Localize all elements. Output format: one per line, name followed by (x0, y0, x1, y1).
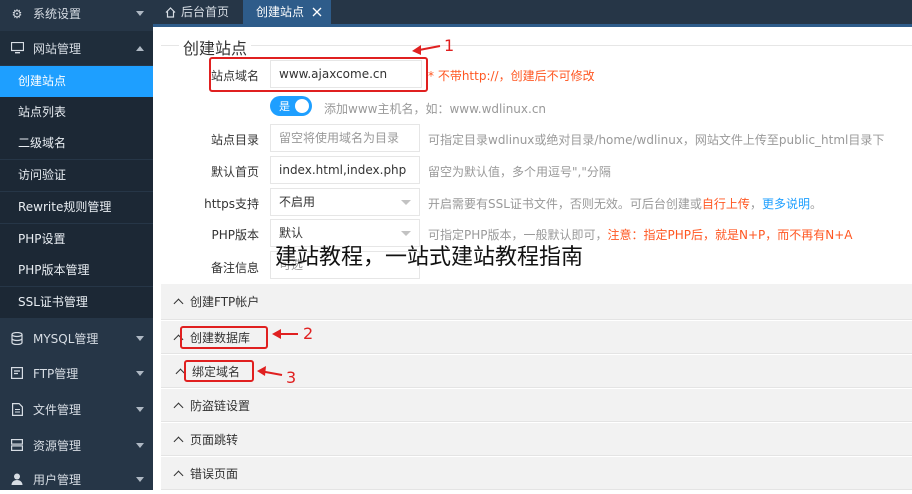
file-icon (9, 401, 25, 417)
chevron-down-icon (136, 335, 144, 341)
nav-group-resources[interactable]: 资源管理 (0, 428, 153, 462)
chevron-down-icon (136, 11, 144, 16)
nav-group-label: 系统设置 (33, 7, 82, 21)
annotation-box-domain (209, 57, 428, 92)
database-icon (9, 330, 25, 346)
toggle-knob (295, 99, 309, 113)
annotation-number-3: 3 (286, 368, 297, 387)
tab-create-site[interactable]: 创建站点 (243, 0, 331, 24)
page-title: 创建站点 (179, 35, 252, 59)
https-select-value: 不启用 (279, 195, 316, 209)
server-icon (9, 437, 25, 453)
annotation-box-bind-domain (184, 360, 254, 382)
accordion-database[interactable]: 创建数据库 (161, 321, 912, 354)
dir-hint: 可指定目录wdlinux或绝对目录/home/wdlinux，网站文件上传至pu… (428, 133, 885, 147)
nav-group-label: 网站管理 (33, 41, 82, 56)
tab-bar: 后台首页 创建站点 (153, 0, 912, 24)
gear-icon: ⚙ (11, 6, 23, 21)
chevron-down-icon (136, 370, 144, 376)
sidebar-item-rewrite[interactable]: Rewrite规则管理 (0, 192, 153, 223)
sidebar-item-create-site[interactable]: 创建站点 (0, 66, 153, 97)
nav-group-label: 文件管理 (33, 402, 82, 417)
accordion-error-page[interactable]: 错误页面 (161, 457, 912, 490)
chevron-down-icon (136, 406, 144, 412)
php-select-value: 默认 (279, 226, 304, 240)
sidebar-item-site-list[interactable]: 站点列表 (0, 97, 153, 128)
chevron-down-icon (401, 200, 411, 205)
nav-group-label: 用户管理 (33, 472, 82, 487)
dir-label: 站点目录 (210, 133, 259, 147)
nav-group-system-settings[interactable]: ⚙ 系统设置 (0, 0, 153, 27)
accordion-redirect[interactable]: 页面跳转 (161, 423, 912, 456)
toggle-label: 是 (279, 100, 290, 113)
user-icon (9, 471, 25, 487)
nav-group-mysql[interactable]: MYSQL管理 (0, 321, 153, 355)
sidebar-item-php-version[interactable]: PHP版本管理 (0, 255, 153, 286)
nav-group-label: MYSQL管理 (33, 331, 99, 346)
chevron-down-icon (401, 231, 411, 236)
https-select[interactable]: 不启用 (270, 188, 420, 216)
index-label: 默认首页 (210, 165, 259, 179)
nav-group-site-management[interactable]: 网站管理 (0, 31, 153, 65)
annotation-number-1: 1 (444, 36, 455, 55)
chevron-up-icon (173, 470, 184, 480)
tab-label: 后台首页 (181, 5, 230, 19)
annotation-box-database (180, 326, 268, 349)
www-hint: 添加www主机名，如：www.wdlinux.cn (324, 102, 547, 116)
more-info-link[interactable]: 更多说明 (762, 197, 810, 211)
accordion-bind-domain[interactable]: 绑定域名 (161, 355, 912, 388)
self-upload-link[interactable]: 自行上传 (702, 197, 750, 211)
chevron-up-icon (173, 298, 184, 309)
chevron-down-icon (136, 442, 144, 448)
sidebar-item-ssl[interactable]: SSL证书管理 (0, 287, 153, 318)
chevron-up-icon (173, 402, 184, 412)
php-label: PHP版本 (211, 228, 260, 242)
nav-group-ftp[interactable]: FTP管理 (0, 356, 153, 390)
tab-home[interactable]: 后台首页 (165, 0, 229, 24)
chevron-up-icon (173, 436, 184, 446)
nav-group-label: FTP管理 (33, 366, 79, 381)
sidebar-item-subdomain[interactable]: 二级域名 (0, 128, 153, 159)
https-label: https支持 (204, 197, 259, 211)
nav-group-file[interactable]: 文件管理 (0, 392, 153, 426)
sidebar-item-php-settings[interactable]: PHP设置 (0, 224, 153, 255)
close-icon[interactable] (312, 7, 322, 17)
domain-hint: * 不带http://，创建后不可修改 (428, 69, 595, 83)
ftp-icon (9, 365, 25, 381)
monitor-icon (9, 40, 25, 56)
dir-input[interactable]: 留空将使用域名为目录 (270, 124, 420, 152)
watermark-text: 建站教程，一站式建站教程指南 (275, 245, 584, 270)
home-icon (165, 6, 176, 18)
sidebar-item-access-auth[interactable]: 访问验证 (0, 160, 153, 191)
annotation-number-2: 2 (303, 324, 314, 343)
tab-label: 创建站点 (256, 5, 305, 19)
nav-group-label: 资源管理 (33, 438, 82, 453)
chevron-down-icon (136, 476, 144, 482)
accordion-ftp-account[interactable]: 创建FTP帐户 (161, 284, 912, 320)
index-input[interactable]: index.html,index.php (270, 156, 420, 184)
fieldset-border (161, 45, 912, 46)
https-hint: 开启需要有SSL证书文件，否则无效。可后台创建或自行上传，更多说明。 (428, 197, 822, 211)
sidebar: ⚙ 系统设置 网站管理 创建站点 站点列表 二级域名 访问验证 Rewrite规… (0, 0, 153, 490)
chevron-up-icon (136, 45, 144, 51)
index-hint: 留空为默认值，多个用逗号","分隔 (428, 165, 611, 179)
accordion-hotlink[interactable]: 防盗链设置 (161, 389, 912, 422)
www-toggle[interactable]: 是 (270, 96, 312, 116)
note-label: 备注信息 (210, 261, 259, 275)
